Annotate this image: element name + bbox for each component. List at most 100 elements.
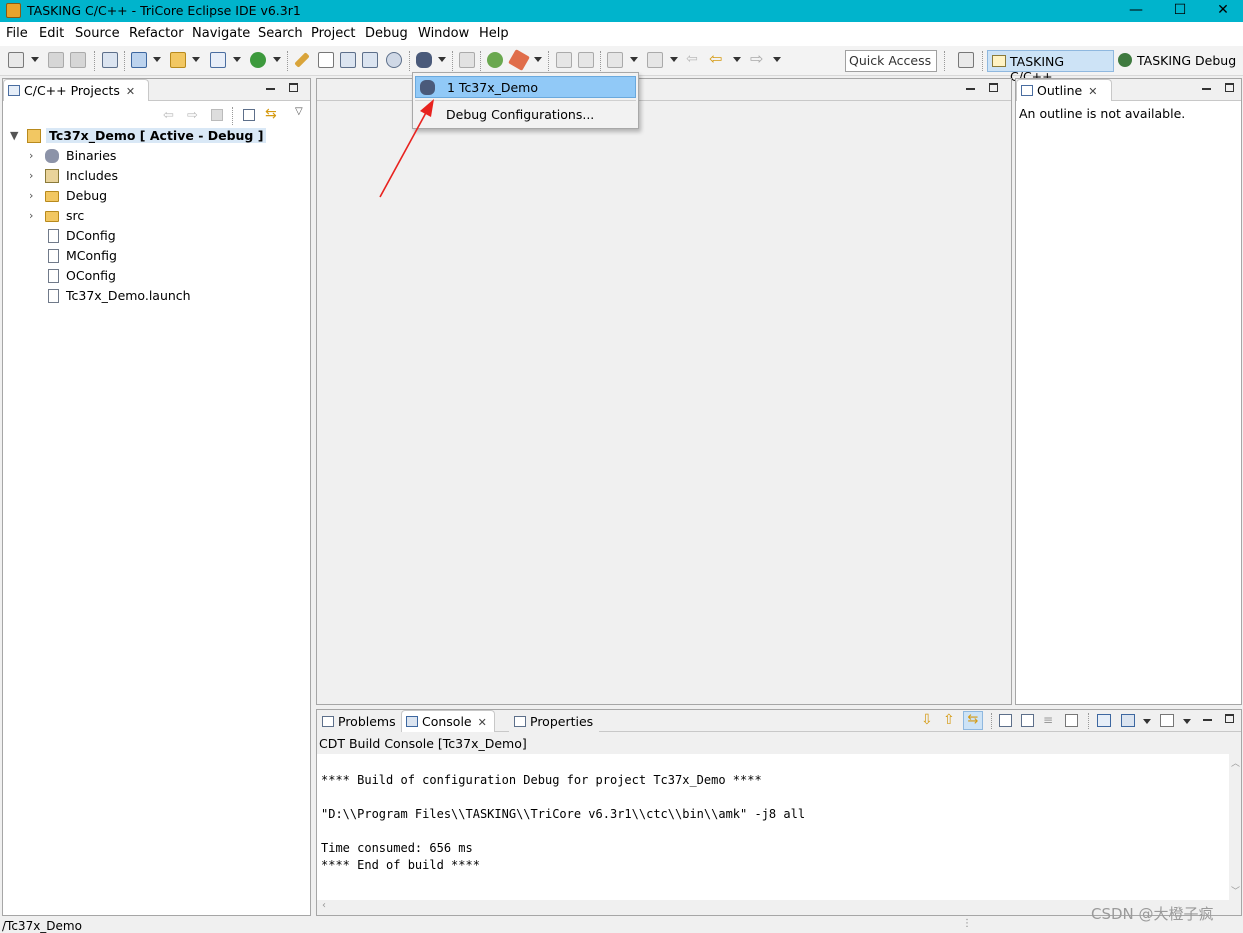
- maximize-view-icon[interactable]: [1225, 83, 1234, 92]
- launch-dropdown-icon[interactable]: [534, 57, 542, 62]
- tab-problems[interactable]: Problems: [317, 710, 401, 732]
- close-tab-icon[interactable]: ✕: [126, 85, 135, 98]
- next-annotation-dropdown-icon[interactable]: [630, 57, 638, 62]
- up-icon[interactable]: [211, 109, 223, 121]
- view-menu-icon[interactable]: ▽: [295, 106, 303, 117]
- maximize-view-icon[interactable]: [1225, 714, 1234, 723]
- expand-down-icon[interactable]: ▼: [10, 129, 20, 142]
- minimize-view-icon[interactable]: [266, 88, 275, 90]
- tab-outline[interactable]: Outline ✕: [1016, 79, 1112, 101]
- quick-access-input[interactable]: Quick Access: [845, 50, 937, 72]
- run-dropdown-icon[interactable]: [273, 57, 281, 62]
- menu-project[interactable]: Project: [311, 26, 355, 41]
- prev-annotation-icon[interactable]: [647, 52, 663, 68]
- rebuild-icon[interactable]: [362, 52, 378, 68]
- new-class-dropdown-icon[interactable]: [233, 57, 241, 62]
- build-all-icon[interactable]: [340, 52, 356, 68]
- wrench-icon[interactable]: [294, 52, 310, 68]
- new-project-dropdown-icon[interactable]: [153, 57, 161, 62]
- forward-icon[interactable]: ⇨: [750, 51, 766, 68]
- expand-right-icon[interactable]: ›: [29, 169, 39, 182]
- debug-dropdown-icon[interactable]: [438, 57, 446, 62]
- minimize-view-icon[interactable]: [966, 88, 975, 90]
- minimize-button[interactable]: —: [1113, 0, 1159, 22]
- new-class-icon[interactable]: [210, 52, 226, 68]
- tree-row-oconfig[interactable]: OConfig: [3, 266, 312, 286]
- menu-edit[interactable]: Edit: [39, 26, 64, 41]
- tree-row-debug[interactable]: › Debug: [3, 186, 312, 206]
- menu-file[interactable]: File: [6, 26, 28, 41]
- binary-icon[interactable]: [102, 52, 118, 68]
- menu-item-tc37x-demo[interactable]: 1 Tc37x_Demo: [415, 76, 636, 98]
- expand-right-icon[interactable]: ›: [29, 189, 39, 202]
- maximize-button[interactable]: ☐: [1157, 0, 1203, 22]
- globe-icon[interactable]: [386, 52, 402, 68]
- display-console-icon[interactable]: [1121, 714, 1135, 727]
- external-tools-icon[interactable]: [487, 52, 503, 68]
- pin-console-icon[interactable]: [1097, 714, 1111, 727]
- new-project-icon[interactable]: [131, 52, 147, 68]
- tree-row-dconfig[interactable]: DConfig: [3, 226, 312, 246]
- last-edit-icon[interactable]: ⇦: [686, 52, 702, 68]
- tab-console[interactable]: Console ✕: [401, 710, 495, 732]
- toggle-mark-icon[interactable]: [556, 52, 572, 68]
- tree-row-binaries[interactable]: › Binaries: [3, 146, 312, 166]
- show-whitespace-icon[interactable]: [578, 52, 594, 68]
- scroll-lock-icon[interactable]: ⇆: [963, 711, 983, 730]
- expand-right-icon[interactable]: ›: [29, 149, 39, 162]
- perspective-tasking-debug[interactable]: TASKING Debug: [1115, 50, 1241, 72]
- scroll-up-icon[interactable]: ⇧: [943, 712, 955, 728]
- open-perspective-icon[interactable]: [958, 52, 974, 68]
- launch-icon[interactable]: [508, 49, 530, 71]
- step-icon[interactable]: [459, 52, 475, 68]
- tree-row-mconfig[interactable]: MConfig: [3, 246, 312, 266]
- scroll-down-icon[interactable]: ⇩: [921, 712, 933, 728]
- scroll-left-arrow-icon[interactable]: ‹: [322, 900, 326, 911]
- maximize-view-icon[interactable]: [989, 83, 998, 92]
- tab-cc-projects[interactable]: C/C++ Projects ✕: [3, 79, 149, 101]
- new-folder-icon[interactable]: [170, 52, 186, 68]
- scroll-up-arrow-icon[interactable]: ︿: [1231, 756, 1240, 769]
- display-console-dropdown-icon[interactable]: [1143, 719, 1151, 724]
- save-all-icon[interactable]: [70, 52, 86, 68]
- next-annotation-icon[interactable]: [607, 52, 623, 68]
- open-console-icon[interactable]: [1160, 714, 1174, 727]
- perspective-tasking-cc[interactable]: TASKING C/C++: [987, 50, 1114, 84]
- menu-help[interactable]: Help: [479, 26, 509, 41]
- new-icon[interactable]: [8, 52, 24, 68]
- scroll-down-arrow-icon[interactable]: ﹀: [1231, 884, 1240, 897]
- link-editor-icon[interactable]: ⇆: [265, 106, 277, 122]
- menu-item-debug-configurations[interactable]: Debug Configurations...: [415, 104, 636, 126]
- run-icon[interactable]: [250, 52, 266, 68]
- expand-right-icon[interactable]: ›: [29, 209, 39, 222]
- open-console-dropdown-icon[interactable]: [1183, 719, 1191, 724]
- close-tab-icon[interactable]: ✕: [478, 716, 487, 729]
- back-icon[interactable]: ⇦: [709, 51, 725, 68]
- menu-debug[interactable]: Debug: [365, 26, 408, 41]
- menu-navigate[interactable]: Navigate: [192, 26, 250, 41]
- paste-icon[interactable]: [1021, 714, 1034, 727]
- vertical-scrollbar[interactable]: ︿ ﹀: [1229, 754, 1241, 900]
- tree-row-src[interactable]: › src: [3, 206, 312, 226]
- back-dropdown-icon[interactable]: [733, 57, 741, 62]
- new-dropdown-icon[interactable]: [31, 57, 39, 62]
- word-wrap-icon[interactable]: ≡: [1043, 713, 1053, 727]
- maximize-view-icon[interactable]: [289, 83, 298, 92]
- close-tab-icon[interactable]: ✕: [1088, 85, 1097, 98]
- menu-search[interactable]: Search: [258, 26, 303, 41]
- menu-source[interactable]: Source: [75, 26, 120, 41]
- copy-icon[interactable]: [999, 714, 1012, 727]
- tab-properties[interactable]: Properties: [509, 710, 599, 732]
- close-button[interactable]: ✕: [1200, 0, 1243, 22]
- tree-row-launch[interactable]: Tc37x_Demo.launch: [3, 286, 312, 306]
- build-file-icon[interactable]: [318, 52, 334, 68]
- new-folder-dropdown-icon[interactable]: [192, 57, 200, 62]
- collapse-all-icon[interactable]: [243, 109, 255, 121]
- save-icon[interactable]: [48, 52, 64, 68]
- clear-console-icon[interactable]: [1065, 714, 1078, 727]
- menu-refactor[interactable]: Refactor: [129, 26, 184, 41]
- minimize-view-icon[interactable]: [1202, 88, 1211, 90]
- prev-annotation-dropdown-icon[interactable]: [670, 57, 678, 62]
- minimize-view-icon[interactable]: [1203, 719, 1212, 721]
- forward-dropdown-icon[interactable]: [773, 57, 781, 62]
